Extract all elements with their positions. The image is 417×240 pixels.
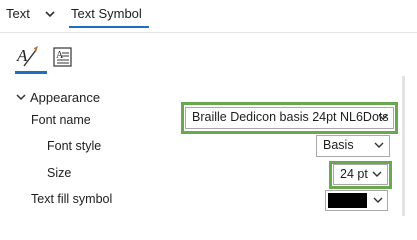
scrollbar[interactable] (402, 76, 405, 216)
chevron-down-icon[interactable] (43, 8, 57, 20)
chevron-down-icon (372, 171, 382, 177)
text-frame-icon[interactable]: A (51, 44, 75, 70)
active-tab-indicator (69, 26, 149, 28)
font-name-label: Font name (31, 113, 91, 127)
header-divider (0, 32, 417, 33)
chevron-down-icon (374, 142, 384, 148)
font-name-value: Braille Dedicon basis 24pt NL6Dots (192, 110, 389, 124)
size-dropdown[interactable]: 24 pt (333, 164, 388, 185)
color-swatch (328, 193, 367, 208)
font-name-dropdown[interactable]: Braille Dedicon basis 24pt NL6Dots (185, 107, 394, 129)
text-properties-icon[interactable]: A (15, 44, 39, 70)
font-style-value: Basis (323, 138, 354, 152)
active-icon-indicator (15, 71, 47, 74)
text-fill-symbol-label: Text fill symbol (31, 192, 113, 206)
chevron-down-icon (378, 114, 388, 120)
size-value: 24 pt (340, 167, 368, 181)
chevron-down-icon (373, 197, 383, 203)
tab-text-symbol[interactable]: Text Symbol (71, 6, 142, 21)
text-fill-symbol-picker[interactable] (325, 190, 388, 211)
collapse-chevron-icon[interactable] (16, 93, 26, 101)
section-title-appearance[interactable]: Appearance (30, 90, 100, 105)
size-label: Size (47, 166, 72, 180)
font-style-dropdown[interactable]: Basis (316, 135, 390, 157)
font-style-label: Font style (47, 139, 102, 153)
tab-text[interactable]: Text (6, 6, 30, 21)
